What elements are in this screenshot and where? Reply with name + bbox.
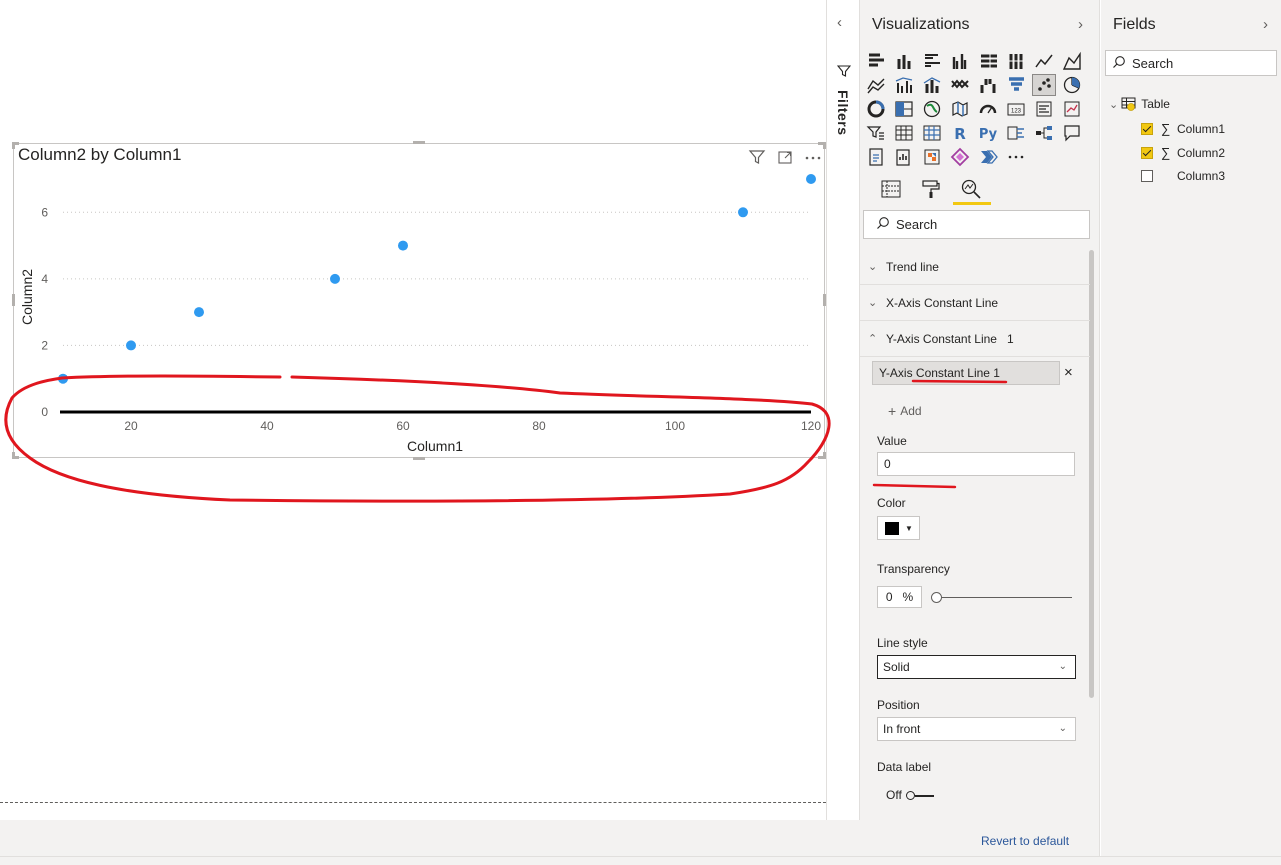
annotation-underline (872, 483, 957, 489)
power-bi-window: Column2 by Column1 0 2 4 6 20 40 60 80 100 120 Co… (0, 0, 1281, 865)
annotation-circle (4, 375, 831, 503)
red-annotation-overlay (4, 374, 1008, 503)
annotation-stroke (60, 374, 282, 380)
annotation-underline (911, 379, 1008, 384)
